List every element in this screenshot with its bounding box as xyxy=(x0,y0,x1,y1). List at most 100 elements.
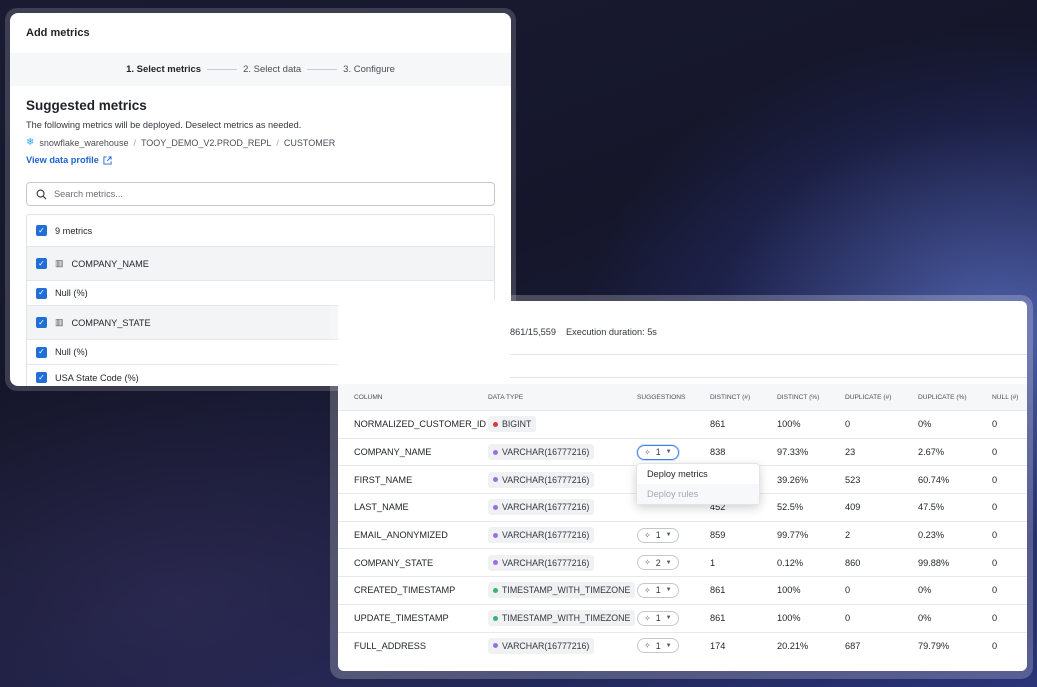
column-checkbox[interactable]: ✓ xyxy=(36,317,47,328)
cell-column-name: UPDATE_TIMESTAMP xyxy=(354,613,449,624)
search-icon xyxy=(36,189,47,199)
data-type-badge: VARCHAR(16777216) xyxy=(488,444,595,461)
header-distinct-pct[interactable]: DISTINCT (%) xyxy=(777,394,819,401)
breadcrumb: ❄ snowflake_warehouse / TOOY_DEMO_V2.PRO… xyxy=(26,137,495,148)
cell-duplicate-pct: 0% xyxy=(918,419,932,430)
cell-column-name: COMPANY_STATE xyxy=(354,557,434,568)
cell-column-name: FULL_ADDRESS xyxy=(354,640,426,651)
view-data-profile-link[interactable]: View data profile xyxy=(26,155,495,165)
cell-distinct-pct: 0.12% xyxy=(777,557,804,568)
cell-duplicate-count: 2 xyxy=(845,530,851,541)
suggestions-button[interactable]: ✧ 2 ▼ xyxy=(637,555,679,571)
data-type-badge: TIMESTAMP_WITH_TIMEZONE xyxy=(488,582,636,599)
column-icon: ▥ xyxy=(55,258,64,268)
cell-duplicate-count: 23 xyxy=(845,447,856,458)
sparkle-icon: ✧ xyxy=(644,447,651,457)
cell-duplicate-count: 687 xyxy=(845,640,861,651)
suggestions-button[interactable]: ✧ 1 ▼ xyxy=(637,444,679,460)
profile-table: COLUMN DATA TYPE SUGGESTIONS DISTINCT (#… xyxy=(338,384,1027,659)
cell-null-count: 0 xyxy=(992,530,998,541)
data-type-badge: VARCHAR(16777216) xyxy=(488,637,595,654)
cell-duplicate-pct: 0.23% xyxy=(918,530,945,541)
cell-duplicate-count: 0 xyxy=(845,585,851,596)
header-suggestions[interactable]: SUGGESTIONS xyxy=(637,394,685,401)
header-duplicate-count[interactable]: DUPLICATE (#) xyxy=(845,394,891,401)
suggestions-button[interactable]: ✧ 1 ▼ xyxy=(637,527,679,543)
table-row: EMAIL_ANONYMIZED VARCHAR(16777216) ✧ 1 ▼ 859 9… xyxy=(338,520,1027,549)
data-type-label: TIMESTAMP_WITH_TIMEZONE xyxy=(502,585,631,596)
data-type-dot xyxy=(493,477,498,483)
suggestions-count: 1 xyxy=(655,530,661,541)
chevron-down-icon: ▼ xyxy=(665,532,672,539)
chevron-down-icon: ▼ xyxy=(665,559,672,566)
deploy-metrics-option[interactable]: Deploy metrics xyxy=(637,464,759,484)
breadcrumb-separator: / xyxy=(276,137,279,148)
search-metrics-input[interactable] xyxy=(54,189,485,199)
breadcrumb-table: CUSTOMER xyxy=(283,137,336,148)
breadcrumb-warehouse: snowflake_warehouse xyxy=(39,137,129,148)
data-type-badge: BIGINT xyxy=(488,416,537,433)
cell-duplicate-count: 409 xyxy=(845,502,861,513)
metric-checkbox[interactable]: ✓ xyxy=(36,346,47,358)
modal-header: Add metrics xyxy=(10,13,511,53)
cell-null-count: 0 xyxy=(992,474,998,485)
stepper: 1. Select metrics 2. Select data 3. Conf… xyxy=(10,53,511,86)
header-distinct-count[interactable]: DISTINCT (#) xyxy=(710,394,750,401)
section-heading: Suggested metrics xyxy=(26,98,147,113)
header-duplicate-pct[interactable]: DUPLICATE (%) xyxy=(918,394,967,401)
search-metrics-box xyxy=(26,182,495,206)
step-select-data[interactable]: 2. Select data xyxy=(243,64,301,75)
cell-column-name: LAST_NAME xyxy=(354,502,409,513)
metric-checkbox[interactable]: ✓ xyxy=(36,287,47,299)
step-select-metrics[interactable]: 1. Select metrics xyxy=(126,64,201,75)
column-checkbox[interactable]: ✓ xyxy=(36,258,47,269)
data-profile-panel: 861/15,559 Execution duration: 5s COLUMN … xyxy=(330,295,1033,679)
cell-null-count: 0 xyxy=(992,613,998,624)
suggestions-count: 1 xyxy=(655,613,661,624)
sparkle-icon: ✧ xyxy=(644,558,651,568)
view-data-profile-label: View data profile xyxy=(26,155,99,165)
data-type-label: VARCHAR(16777216) xyxy=(502,502,590,513)
data-type-label: TIMESTAMP_WITH_TIMEZONE xyxy=(502,613,631,624)
cell-column-name: COMPANY_NAME xyxy=(354,447,432,458)
data-type-dot xyxy=(493,421,498,427)
header-null-count[interactable]: NULL (#) xyxy=(992,394,1019,401)
cell-data-type: VARCHAR(16777216) xyxy=(488,444,595,461)
data-type-label: VARCHAR(16777216) xyxy=(502,447,590,458)
suggestions-count: 1 xyxy=(655,640,661,651)
data-profile-card: 861/15,559 Execution duration: 5s COLUMN … xyxy=(338,301,1027,671)
cell-duplicate-pct: 99.88% xyxy=(918,557,950,568)
data-type-badge: TIMESTAMP_WITH_TIMEZONE xyxy=(488,610,636,627)
cell-distinct-pct: 39.26% xyxy=(777,474,809,485)
suggestions-count: 2 xyxy=(655,557,661,568)
cell-suggestions: ✧ 1 ▼ xyxy=(637,638,679,654)
table-header: COLUMN DATA TYPE SUGGESTIONS DISTINCT (#… xyxy=(338,384,1027,410)
cell-distinct-pct: 99.77% xyxy=(777,530,809,541)
column-group-row[interactable]: ✓ ▥ COMPANY_NAME xyxy=(27,247,494,281)
step-configure[interactable]: 3. Configure xyxy=(343,64,395,75)
table-row: UPDATE_TIMESTAMP TIMESTAMP_WITH_TIMEZONE ✧… xyxy=(338,603,1027,632)
metric-checkbox[interactable]: ✓ xyxy=(36,372,47,383)
cell-duplicate-pct: 2.67% xyxy=(918,447,945,458)
cell-data-type: VARCHAR(16777216) xyxy=(488,637,595,654)
column-icon: ▥ xyxy=(55,317,64,327)
header-data-type[interactable]: DATA TYPE xyxy=(488,394,523,401)
table-body: NORMALIZED_CUSTOMER_ID BIGINT 861 100% 0 0% 0 C… xyxy=(338,410,1027,659)
cell-suggestions: ✧ 1 ▼ xyxy=(637,582,679,598)
suggestions-button[interactable]: ✧ 1 ▼ xyxy=(637,582,679,598)
cell-duplicate-count: 0 xyxy=(845,419,851,430)
select-all-row[interactable]: ✓ 9 metrics xyxy=(27,215,494,247)
header-column[interactable]: COLUMN xyxy=(354,394,383,401)
select-all-checkbox[interactable]: ✓ xyxy=(36,225,47,236)
cell-column-name: CREATED_TIMESTAMP xyxy=(354,585,456,596)
suggestions-button[interactable]: ✧ 1 ▼ xyxy=(637,610,679,626)
cell-distinct-pct: 100% xyxy=(777,613,801,624)
suggestions-dropdown: Deploy metrics Deploy rules xyxy=(636,463,760,505)
suggestions-button[interactable]: ✧ 1 ▼ xyxy=(637,638,679,654)
cell-distinct-count: 174 xyxy=(710,640,726,651)
cell-distinct-count: 861 xyxy=(710,419,726,430)
data-type-badge: VARCHAR(16777216) xyxy=(488,499,595,516)
cell-suggestions: ✧ 1 ▼ xyxy=(637,444,679,460)
data-type-label: VARCHAR(16777216) xyxy=(502,530,590,541)
metric-label: USA State Code (%) xyxy=(55,372,139,383)
